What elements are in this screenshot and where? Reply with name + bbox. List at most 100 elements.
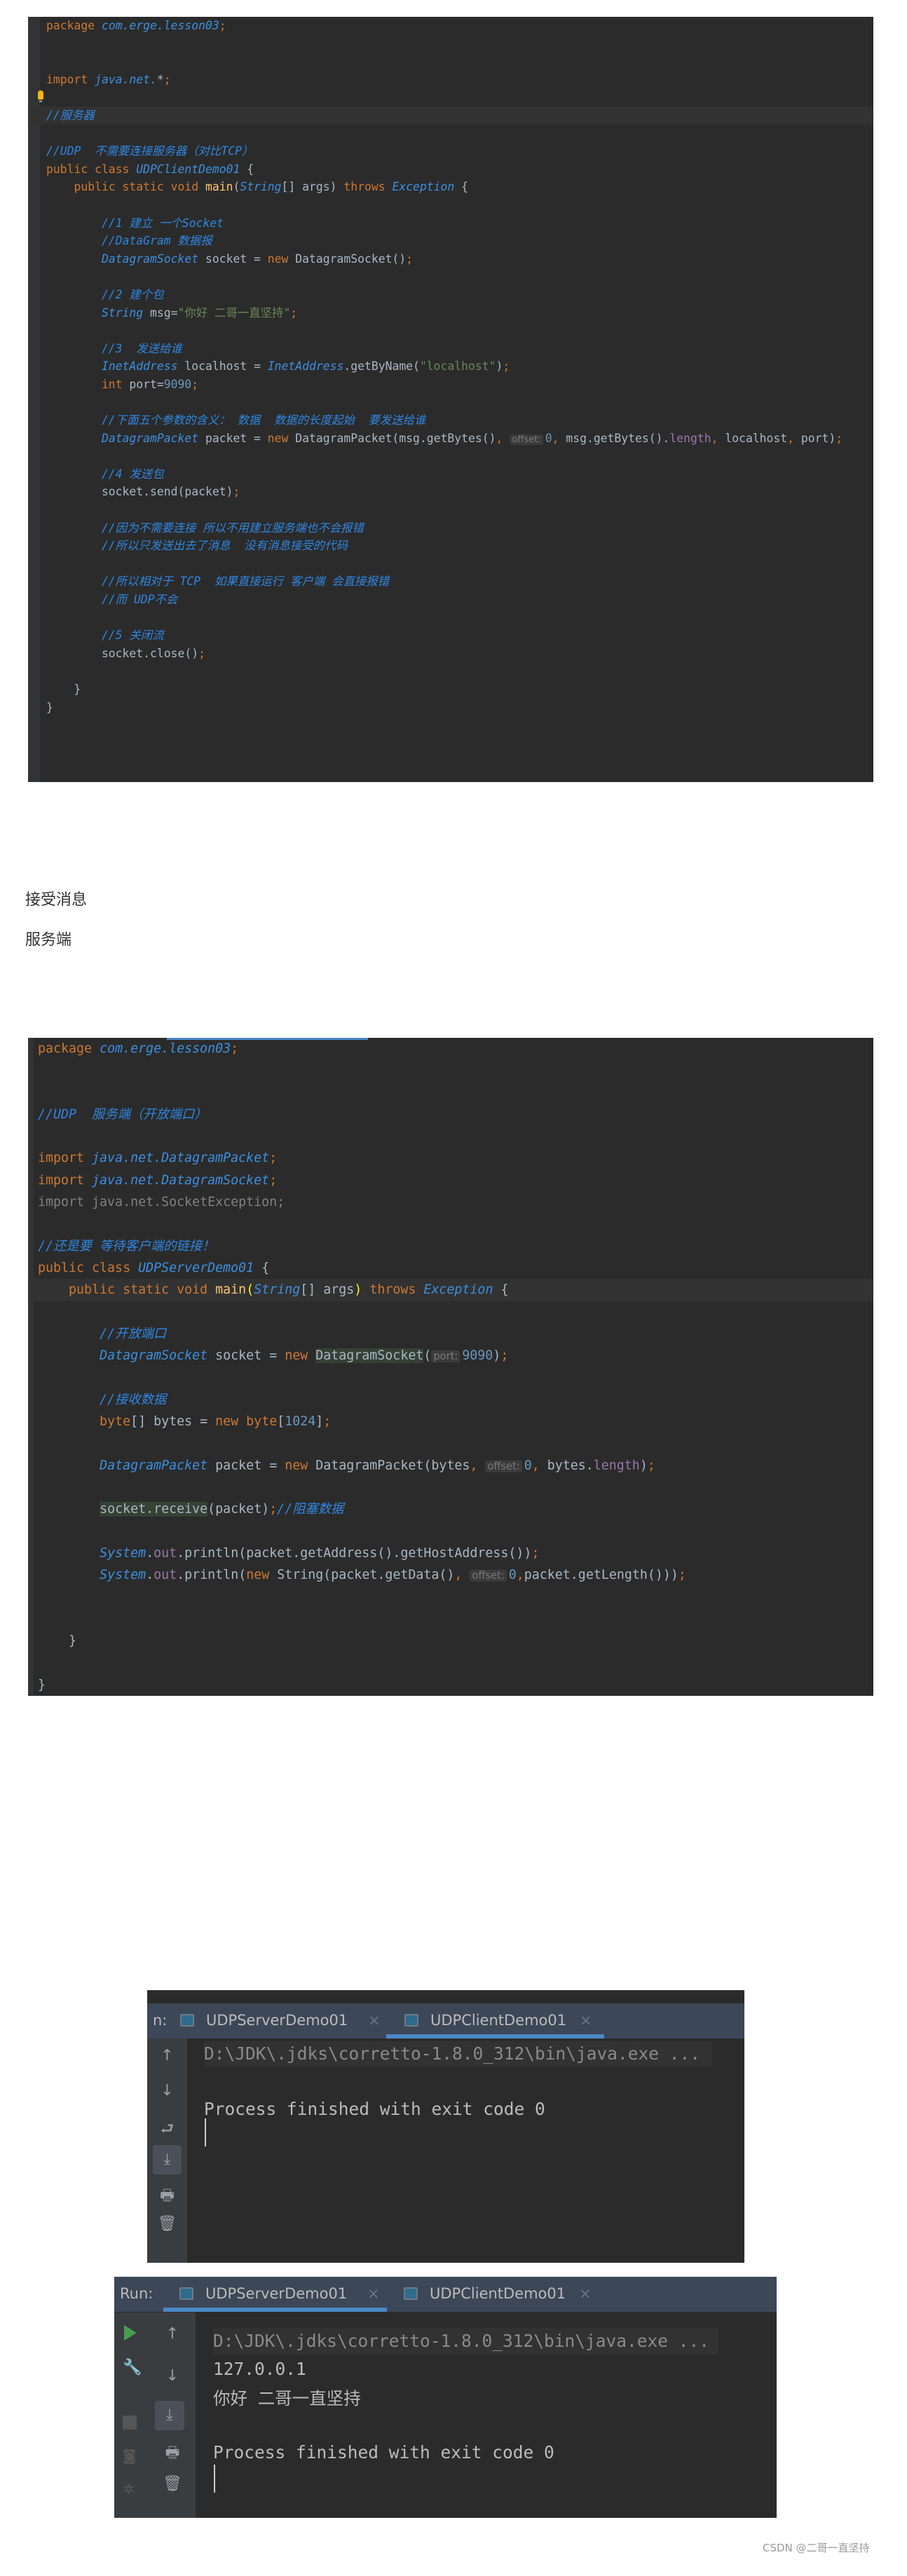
code-token: "localhost" xyxy=(419,359,496,374)
code-token: InetAddress xyxy=(101,359,178,374)
soft-wrap-icon[interactable]: ⮐ xyxy=(147,2117,187,2144)
tab-label: UDPClientDemo01 xyxy=(430,2012,567,2029)
code-token: 9090 xyxy=(462,1348,493,1364)
code-token: { xyxy=(454,180,468,194)
code-line: //UDP 不需要连接服务器（对比TCP） xyxy=(28,142,873,160)
code-token: package xyxy=(46,19,102,32)
tab-udp-server-demo[interactable]: UDPServerDemo01 × xyxy=(180,2003,390,2039)
code-token: //UDP 不需要连接服务器（对比TCP） xyxy=(46,144,254,158)
code-token: System xyxy=(100,1568,146,1583)
run-panel-client: n: UDPServerDemo01 × UDPClientDemo01 × ↑… xyxy=(147,1990,744,2263)
code-token: ; xyxy=(647,1458,655,1473)
code-token: throws xyxy=(369,1282,416,1298)
console-cursor xyxy=(205,2118,206,2146)
code-token: byte xyxy=(38,1414,131,1430)
arrow-up-icon[interactable]: ↑ xyxy=(147,2047,187,2064)
arrow-down-icon[interactable]: ↓ xyxy=(149,2367,196,2385)
close-icon[interactable]: × xyxy=(579,2285,592,2302)
console-command: D:\JDK\.jdks\corretto-1.8.0_312\bin\java… xyxy=(213,2328,718,2355)
code-token: DatagramPacket(bytes xyxy=(315,1458,470,1473)
print-icon[interactable]: 🖶 xyxy=(147,2184,187,2210)
code-token: 1024 xyxy=(285,1414,316,1430)
code-token: //而 UDP不会 xyxy=(46,593,178,606)
active-tab-underline xyxy=(386,2034,604,2039)
code-token: DatagramPacket xyxy=(100,1458,208,1473)
restore-layout-icon[interactable]: ✲ xyxy=(123,2481,135,2498)
console-exit-message: Process finished with exit code 0 xyxy=(204,2099,545,2119)
code-token: //因为不需要连接 所以不用建立服务端也不会报错 xyxy=(46,521,364,535)
close-icon[interactable]: × xyxy=(580,2012,592,2029)
code-token: com.erge.lesson03 xyxy=(100,1041,231,1056)
arrow-up-icon[interactable]: ↑ xyxy=(149,2325,196,2343)
code-token: ; xyxy=(269,1172,278,1188)
code-token: String xyxy=(101,306,144,320)
code-token: java.net.DatagramSocket xyxy=(92,1172,270,1188)
stop-icon[interactable] xyxy=(123,2416,137,2430)
close-icon[interactable]: × xyxy=(367,2285,380,2302)
code-line: import java.net.SocketException; xyxy=(28,1191,873,1213)
lightbulb-icon[interactable] xyxy=(38,90,43,103)
arrow-down-icon[interactable]: ↓ xyxy=(147,2082,187,2099)
code-token: import java.net.SocketException; xyxy=(38,1195,285,1210)
code-token: //1 建立 一个Socket xyxy=(46,216,224,230)
code-line: //3 发送给谁 xyxy=(28,340,873,358)
scroll-to-end-icon[interactable]: ⤓ xyxy=(153,2145,182,2174)
code-line: package com.erge.lesson03; xyxy=(28,17,873,35)
code-token: ) xyxy=(354,1282,362,1298)
tab-udp-client-demo[interactable]: UDPClientDemo01 × xyxy=(386,2003,615,2039)
code-token: 0 xyxy=(524,1458,532,1473)
code-token: package xyxy=(38,1041,100,1056)
run-label: Run: xyxy=(120,2285,154,2302)
parameter-hint: port: xyxy=(431,1350,461,1363)
close-icon[interactable]: × xyxy=(368,2012,381,2029)
code-token: socket = xyxy=(207,1348,285,1364)
code-line: //开放端口 xyxy=(28,1323,873,1345)
tab-label: UDPServerDemo01 xyxy=(205,2285,348,2302)
code-token: ; xyxy=(163,72,171,86)
code-token: 0 xyxy=(545,431,552,445)
wrench-icon[interactable]: 🔧 xyxy=(123,2359,142,2376)
tab-udp-server-demo[interactable]: UDPServerDemo01 × xyxy=(163,2277,390,2312)
code-token: DatagramSocket xyxy=(315,1348,424,1364)
code-token: DatagramSocket xyxy=(100,1348,208,1364)
code-token: public class xyxy=(46,162,137,176)
print-icon[interactable]: 🖶 xyxy=(149,2441,196,2467)
code-line: //UDP 服务端（开放端口） xyxy=(28,1104,873,1125)
tab-udp-client-demo[interactable]: UDPClientDemo01 × xyxy=(404,2277,614,2312)
rerun-icon[interactable] xyxy=(124,2325,137,2341)
code-token: } xyxy=(38,1633,77,1649)
csdn-watermark: CSDN @二哥一直坚持 xyxy=(763,2542,870,2554)
code-line: //服务器 xyxy=(28,106,873,125)
scroll-to-end-icon[interactable]: ⤓ xyxy=(155,2401,184,2430)
code-token: } xyxy=(38,1677,46,1692)
console-exit-message: Process finished with exit code 0 xyxy=(213,2442,554,2462)
code-token: [] args xyxy=(300,1282,355,1298)
trash-icon[interactable]: 🗑 xyxy=(149,2475,196,2493)
code-token: ( xyxy=(233,180,240,194)
console-icon xyxy=(404,2014,418,2027)
code-line: public class UDPClientDemo01 { xyxy=(28,160,873,179)
code-token: ; xyxy=(219,19,226,32)
heading-server-side: 服务端 xyxy=(25,931,72,949)
camera-icon[interactable]: ◙ xyxy=(123,2447,136,2464)
code-token: msg.getBytes(). xyxy=(566,431,670,445)
code-token: ; xyxy=(231,1041,239,1056)
code-token: , xyxy=(711,431,725,445)
code-token: //还是要 等待客户端的链接！ xyxy=(38,1238,215,1254)
code-token: new xyxy=(267,431,296,445)
trash-icon[interactable]: 🗑 xyxy=(147,2215,187,2233)
code-token: ; xyxy=(500,1348,509,1364)
